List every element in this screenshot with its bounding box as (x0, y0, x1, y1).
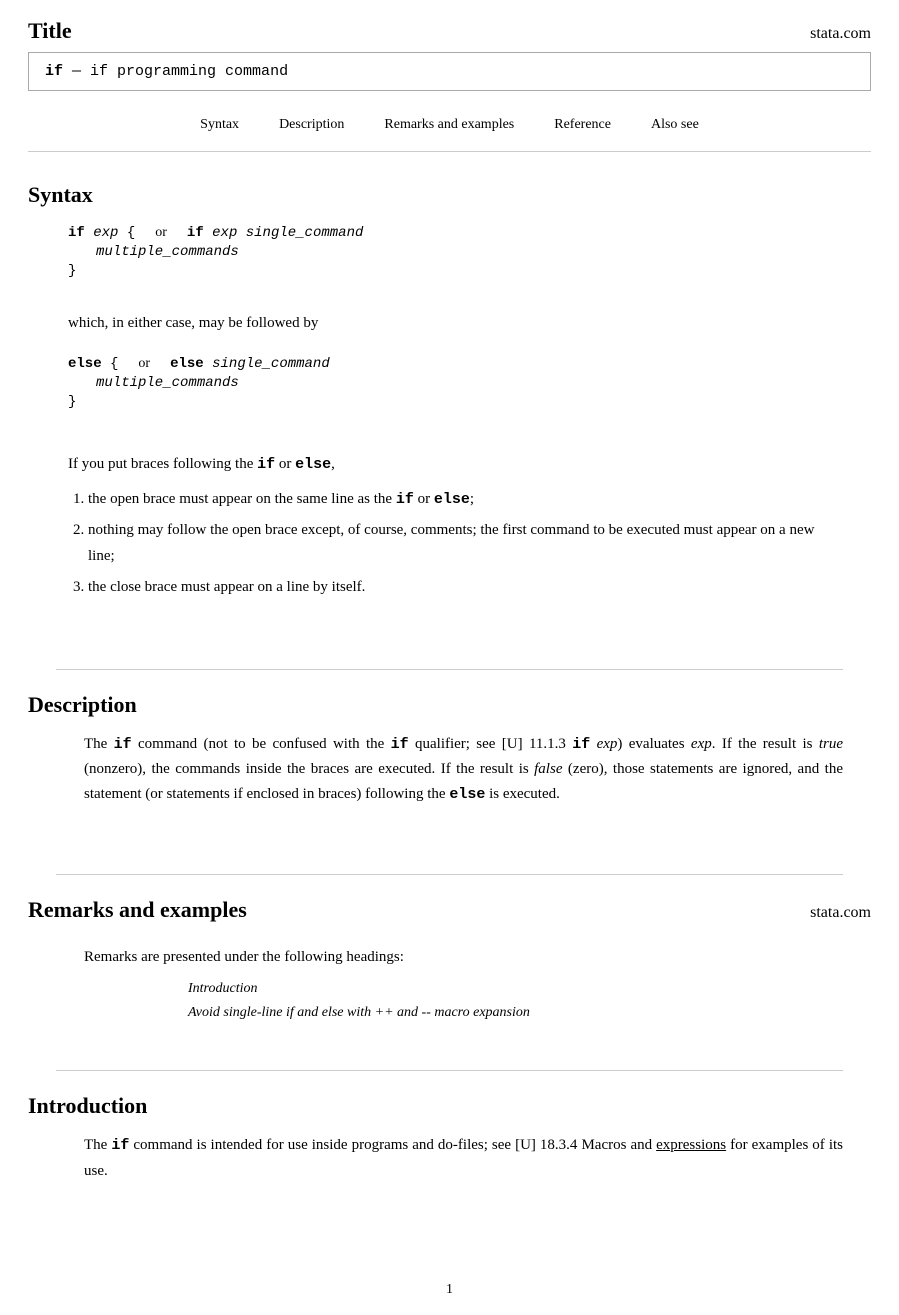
brace-list-item-1: the open brace must appear on the same l… (88, 487, 843, 513)
desc-true: true (819, 736, 843, 752)
syntax-block-if: if exp { or if exp single_command multip… (68, 222, 871, 283)
inline-else-2: else (434, 491, 470, 508)
tab-reference[interactable]: Reference (554, 117, 611, 133)
syntax-if-indent: multiple_commands (68, 244, 871, 260)
intro-divider-top (56, 1070, 843, 1071)
description-section: Description The if command (not to be co… (0, 657, 899, 826)
syn-multiple-cmds-1: multiple_commands (96, 244, 871, 260)
syn-or-2: or (138, 353, 150, 375)
syntax-block-else: else { or else single_command multiple_c… (68, 353, 871, 414)
remarks-link-1-text: Introduction (188, 981, 257, 996)
syntax-else-close: } (68, 391, 871, 413)
brace-note: If you put braces following the if or el… (68, 452, 831, 477)
tab-description[interactable]: Description (279, 117, 344, 133)
header-logo: stata.com (810, 25, 871, 43)
page-header: Title stata.com (0, 0, 899, 52)
brace-list-item-2: nothing may follow the open brace except… (88, 518, 843, 569)
introduction-heading: Introduction (28, 1093, 871, 1119)
syn-or-1: or (155, 222, 167, 244)
remarks-links: Introduction Avoid single-line if and el… (188, 977, 843, 1025)
between-text: which, in either case, may be followed b… (68, 311, 831, 335)
kw-if-1: if (68, 222, 85, 244)
intro-ref-link: expressions (656, 1137, 726, 1153)
tab-remarks[interactable]: Remarks and examples (384, 117, 514, 133)
syntax-else-indent: multiple_commands (68, 375, 871, 391)
desc-exp-2: exp (691, 736, 712, 752)
remarks-logo: stata.com (810, 904, 871, 922)
desc-divider-top (56, 669, 843, 670)
brace-list-item-3: the close brace must appear on a line by… (88, 575, 843, 601)
remarks-heading-row: Remarks and examples stata.com (28, 897, 871, 937)
syn-exp-sc: exp single_command (212, 222, 363, 244)
syntax-section: Syntax if exp { or if exp single_command… (0, 174, 899, 621)
brace-list: the open brace must appear on the same l… (88, 487, 843, 601)
page-footer: 1 (0, 1262, 899, 1308)
desc-if-qual: if (391, 736, 409, 753)
command-kw: if (45, 63, 63, 80)
desc-else-kw: else (449, 786, 485, 803)
inline-if: if (257, 456, 275, 473)
syn-else-sc: single_command (212, 353, 330, 375)
remarks-heading: Remarks and examples (28, 897, 247, 923)
remarks-intro: Remarks are presented under the followin… (84, 945, 843, 969)
page-title: Title (28, 18, 72, 44)
command-separator: — if programming command (72, 63, 288, 80)
divider (28, 151, 871, 152)
remarks-link-1[interactable]: Introduction (188, 977, 843, 1001)
page-number: 1 (446, 1282, 453, 1297)
kw-if-2: if (187, 222, 204, 244)
desc-exp: exp (597, 736, 618, 752)
syntax-if-close: } (68, 260, 871, 282)
tab-also-see[interactable]: Also see (651, 117, 699, 133)
tab-syntax[interactable]: Syntax (200, 117, 239, 133)
kw-else-2: else (170, 353, 204, 375)
inline-if-2: if (396, 491, 414, 508)
remarks-link-2[interactable]: Avoid single-line if and else with ++ an… (188, 1001, 843, 1025)
inline-else: else (295, 456, 331, 473)
remarks-link-2-text: Avoid single-line if and else with ++ an… (188, 1005, 530, 1020)
kw-else-1: else (68, 353, 102, 375)
description-para: The if command (not to be confused with … (84, 732, 843, 808)
syn-multiple-cmds-2: multiple_commands (96, 375, 871, 391)
desc-if-kw: if (114, 736, 132, 753)
intro-if-kw: if (111, 1137, 129, 1154)
desc-false: false (534, 761, 562, 777)
command-box: if — if programming command (28, 52, 871, 91)
remarks-section: Remarks and examples stata.com Remarks a… (0, 862, 899, 1041)
description-heading: Description (28, 692, 871, 718)
syntax-heading: Syntax (28, 182, 871, 208)
syntax-if-line1: if exp { or if exp single_command (68, 222, 871, 244)
remarks-divider-top (56, 874, 843, 875)
syntax-else-line1: else { or else single_command (68, 353, 871, 375)
nav-tabs: Syntax Description Remarks and examples … (0, 107, 899, 147)
syn-exp-1: exp (93, 222, 118, 244)
introduction-section: Introduction The if command is intended … (0, 1058, 899, 1202)
desc-if-exp: if (572, 736, 590, 753)
introduction-para: The if command is intended for use insid… (84, 1133, 843, 1184)
